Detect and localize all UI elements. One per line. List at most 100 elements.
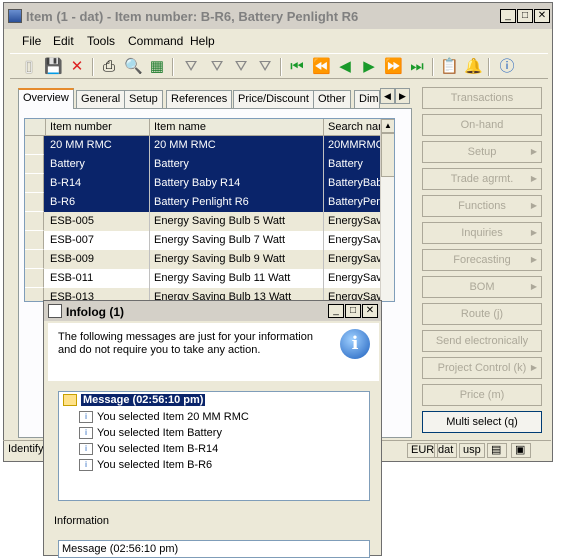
infolog-tree[interactable]: Message (02:56:10 pm) i You selected Item… [58,391,370,501]
filter-by-selection-icon[interactable]: ⛛ [208,58,226,76]
cell-item-number[interactable]: B-R14 [50,177,145,189]
table-row[interactable]: B-R14 Battery Baby R14 BatteryBab [25,174,394,193]
status-db-icon[interactable]: ▣ [511,443,531,458]
row-selector[interactable] [25,250,44,269]
title-bar[interactable]: Item (1 - dat) - Item number: B-R6, Batt… [4,3,552,29]
infolog-minimize-button[interactable]: _ [328,304,344,318]
help-icon[interactable]: ⓘ [498,58,516,76]
send-electronically-button[interactable]: Send electronically [422,330,542,352]
tree-item[interactable]: i You selected Item 20 MM RMC [79,411,249,424]
tree-item[interactable]: i You selected Item B-R6 [79,459,212,472]
tab-scroll-right-icon[interactable]: ▶ [395,88,410,104]
cell-item-name[interactable]: Energy Saving Bulb 5 Watt [154,215,319,227]
bom-button[interactable]: BOM ▶ [422,276,542,298]
filter-icon[interactable]: ⛛ [182,58,200,76]
cell-item-name[interactable]: Energy Saving Bulb 7 Watt [154,234,319,246]
cell-item-name[interactable]: 20 MM RMC [154,139,319,151]
minimize-button[interactable]: _ [500,9,516,23]
cell-item-number[interactable]: 20 MM RMC [50,139,145,151]
cell-item-number[interactable]: Battery [50,158,145,170]
cell-item-name[interactable]: Energy Saving Bulb 11 Watt [154,272,319,284]
last-record-icon[interactable]: ⏭ [408,58,426,76]
excel-icon[interactable]: ▦ [148,58,166,76]
row-selector[interactable] [25,155,44,174]
cell-search-name[interactable]: EnergySav [328,234,382,246]
row-selector[interactable] [25,212,44,231]
table-row[interactable]: 20 MM RMC 20 MM RMC 20MMRMC [25,136,394,155]
tab-overview[interactable]: Overview [18,88,74,109]
tab-setup[interactable]: Setup [124,90,163,108]
cell-item-name[interactable]: Battery [154,158,319,170]
transactions-button[interactable]: Transactions [422,87,542,109]
scroll-thumb[interactable] [381,133,394,177]
row-selector[interactable] [25,231,44,250]
alert-icon[interactable]: 🔔 [464,58,483,76]
cell-search-name[interactable]: EnergySav [328,272,382,284]
infolog-title-bar[interactable]: Infolog (1) _ □ ✕ [44,301,381,321]
route-j-button[interactable]: Route (j) [422,303,542,325]
trade-agrmt-button[interactable]: Trade agrmt. ▶ [422,168,542,190]
tree-root[interactable]: Message (02:56:10 pm) [63,394,206,407]
previous-page-icon[interactable]: ⏪ [312,58,331,76]
on-hand-button[interactable]: On-hand [422,114,542,136]
menu-command[interactable]: Command [128,34,183,48]
first-record-icon[interactable]: ⏮ [288,58,306,76]
price-m-button[interactable]: Price (m) [422,384,542,406]
delete-icon[interactable]: ✕ [68,58,86,76]
table-row[interactable]: Battery Battery Battery [25,155,394,174]
menu-file[interactable]: File [22,34,41,48]
new-icon[interactable]: ▯ [20,58,38,76]
advanced-filter-icon[interactable]: ⛛ [232,58,250,76]
cell-search-name[interactable]: 20MMRMC [328,139,382,151]
menu-help[interactable]: Help [190,34,215,48]
cell-item-number[interactable]: B-R6 [50,196,145,208]
tab-dimension[interactable]: Dim [354,90,380,108]
save-icon[interactable]: 💾 [44,58,63,76]
project-control-k-button[interactable]: Project Control (k) ▶ [422,357,542,379]
document-icon[interactable]: 📋 [440,58,459,76]
grid-vertical-scrollbar[interactable]: ▲ [380,119,394,301]
table-row[interactable]: ESB-009 Energy Saving Bulb 9 Watt EnergySa… [25,250,394,269]
row-selector[interactable] [25,193,44,212]
maximize-button[interactable]: □ [517,9,533,23]
tab-general[interactable]: General [76,90,126,108]
row-selector[interactable] [25,288,44,301]
next-record-icon[interactable]: ▶ [360,58,378,76]
infolog-maximize-button[interactable]: □ [345,304,361,318]
tree-item[interactable]: i You selected Item B-R14 [79,443,218,456]
next-page-icon[interactable]: ⏩ [384,58,403,76]
forecasting-button[interactable]: Forecasting ▶ [422,249,542,271]
row-selector[interactable] [25,269,44,288]
status-icon[interactable]: ▤ [487,443,507,458]
previous-record-icon[interactable]: ◀ [336,58,354,76]
row-selector[interactable] [25,174,44,193]
tab-price-discount[interactable]: Price/Discount [233,90,314,108]
menu-edit[interactable]: Edit [53,34,74,48]
functions-button[interactable]: Functions ▶ [422,195,542,217]
cell-item-number[interactable]: ESB-009 [50,253,145,265]
cell-search-name[interactable]: EnergySav [328,215,382,227]
column-item-number[interactable]: Item number [50,121,112,133]
remove-filter-icon[interactable]: ⛛ [256,58,274,76]
multi-select-q-button[interactable]: Multi select (q) [422,411,542,433]
cell-search-name[interactable]: BatteryPen [328,196,382,208]
row-selector[interactable] [25,136,44,155]
cell-search-name[interactable]: EnergySav [328,253,382,265]
tab-references[interactable]: References [166,90,233,108]
column-search-name[interactable]: Search nar [328,121,382,133]
infolog-close-button[interactable]: ✕ [362,304,378,318]
table-row[interactable]: ESB-007 Energy Saving Bulb 7 Watt EnergySa… [25,231,394,250]
cell-item-name[interactable]: Battery Baby R14 [154,177,319,189]
menu-tools[interactable]: Tools [87,34,115,48]
cell-search-name[interactable]: BatteryBab [328,177,382,189]
print-icon[interactable]: ⎙ [100,58,118,76]
cell-item-name[interactable]: Energy Saving Bulb 9 Watt [154,253,319,265]
table-row[interactable]: ESB-005 Energy Saving Bulb 5 Watt EnergySa… [25,212,394,231]
inquiries-button[interactable]: Inquiries ▶ [422,222,542,244]
print-preview-icon[interactable]: 🔍 [124,58,143,76]
cell-item-number[interactable]: ESB-011 [50,272,145,284]
tab-other[interactable]: Other [313,90,351,108]
setup-button[interactable]: Setup ▶ [422,141,542,163]
scroll-up-icon[interactable]: ▲ [381,119,394,133]
table-row[interactable]: ESB-011 Energy Saving Bulb 11 Watt EnergyS… [25,269,394,288]
